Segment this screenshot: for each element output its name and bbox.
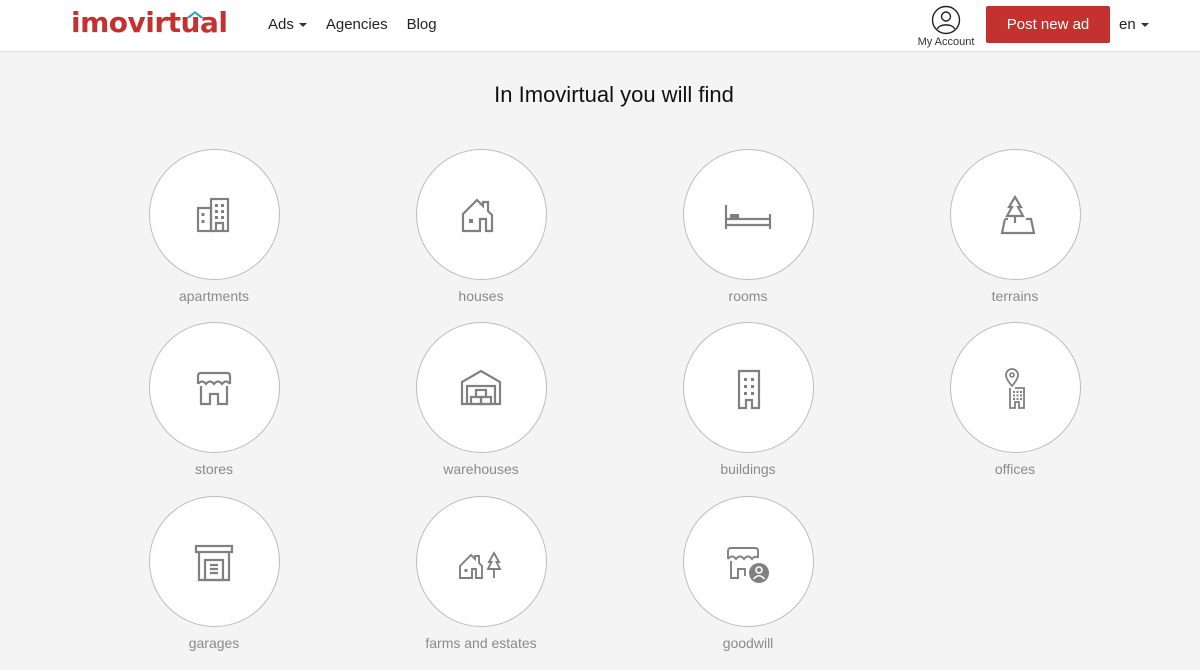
imovirtual-logo[interactable]: imovirtual	[71, 6, 228, 40]
my-account-link[interactable]: My Account	[912, 5, 980, 48]
top-header: imovirtual Ads Agencies Blog My Account …	[0, 0, 1200, 52]
farm-icon	[459, 550, 502, 579]
language-selector[interactable]: en	[1119, 15, 1149, 35]
category-rooms[interactable]: rooms	[658, 149, 838, 304]
category-circle	[415, 322, 547, 453]
terrain-icon	[1000, 194, 1036, 234]
category-stores[interactable]: stores	[124, 322, 304, 477]
category-buildings[interactable]: buildings	[658, 322, 838, 477]
nav-blog-label: Blog	[406, 16, 437, 33]
category-circle	[682, 322, 814, 453]
category-circle	[415, 149, 547, 280]
category-apartments[interactable]: apartments	[124, 149, 304, 304]
post-new-ad-button[interactable]: Post new ad	[986, 6, 1110, 43]
chevron-down-icon	[1140, 23, 1149, 27]
category-label: farms and estates	[425, 635, 537, 651]
logo-text: imovirtual	[71, 6, 228, 39]
nav-ads-label: Ads	[268, 16, 294, 33]
category-circle	[949, 322, 1081, 453]
category-circle	[949, 149, 1081, 280]
language-label: en	[1119, 16, 1136, 33]
building-icon	[737, 369, 761, 409]
category-label: houses	[458, 288, 504, 304]
category-warehouses[interactable]: warehouses	[391, 322, 571, 477]
chevron-down-icon	[298, 23, 307, 27]
category-circle	[682, 496, 814, 627]
nav-agencies-label: Agencies	[325, 16, 388, 33]
category-circle	[682, 149, 814, 280]
category-label: apartments	[178, 288, 250, 304]
office-icon	[1005, 367, 1025, 409]
nav-ads[interactable]: Ads	[268, 15, 307, 35]
my-account-label: My Account	[917, 36, 975, 48]
main-nav: Ads Agencies Blog	[268, 15, 456, 35]
category-terrains[interactable]: terrains	[925, 149, 1105, 304]
goodwill-icon	[727, 546, 769, 583]
category-circle	[148, 496, 280, 627]
apartments-icon	[196, 197, 230, 232]
nav-agencies[interactable]: Agencies	[326, 15, 388, 35]
warehouse-icon	[460, 369, 502, 405]
garage-icon	[194, 544, 234, 581]
house-icon	[461, 197, 494, 232]
category-goodwill[interactable]: goodwill	[658, 496, 838, 651]
category-garages[interactable]: garages	[124, 496, 304, 651]
category-farms-and-estates[interactable]: farms and estates	[391, 496, 571, 651]
category-label: warehouses	[443, 461, 519, 477]
bed-icon	[724, 204, 772, 229]
page-title: In Imovirtual you will find	[494, 82, 734, 107]
user-icon	[931, 5, 961, 35]
category-label: garages	[188, 635, 240, 651]
category-offices[interactable]: offices	[925, 322, 1105, 477]
store-icon	[196, 371, 232, 405]
category-circle	[148, 149, 280, 280]
category-circle	[415, 496, 547, 627]
category-houses[interactable]: houses	[391, 149, 571, 304]
category-label: buildings	[720, 461, 776, 477]
category-circle	[148, 322, 280, 453]
category-label: stores	[194, 461, 234, 477]
category-label: terrains	[991, 288, 1039, 304]
nav-blog[interactable]: Blog	[407, 15, 437, 35]
category-label: offices	[994, 461, 1036, 477]
category-label: goodwill	[722, 635, 774, 651]
category-label: rooms	[728, 288, 768, 304]
